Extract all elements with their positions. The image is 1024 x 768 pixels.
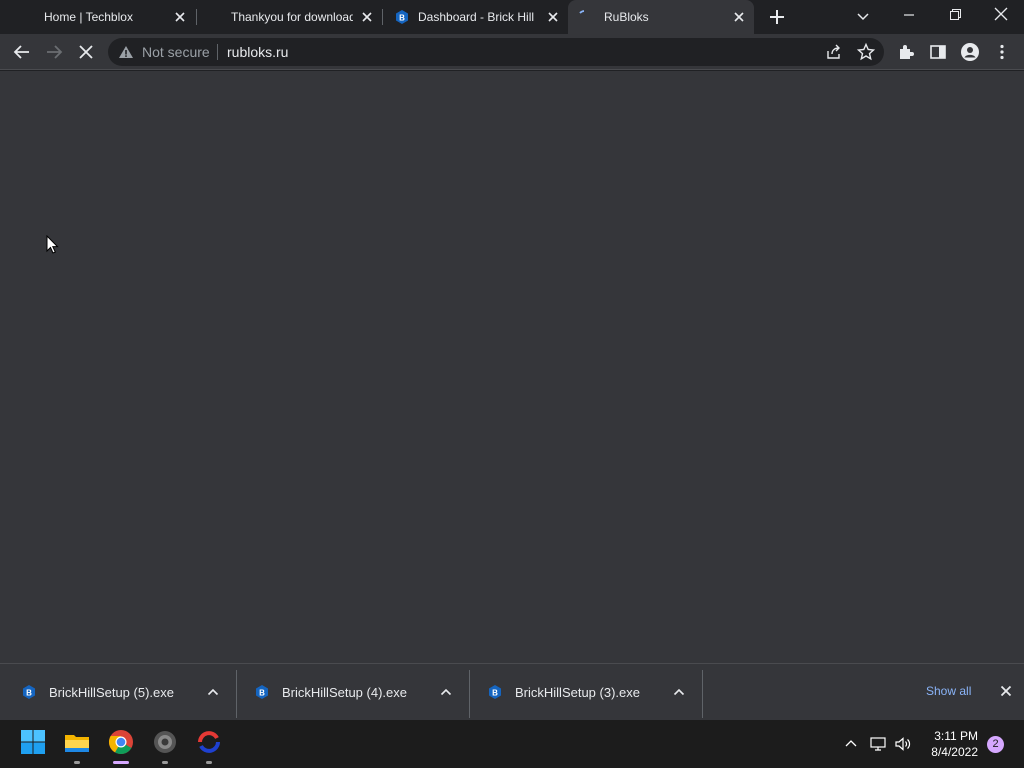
chevron-down-icon[interactable] xyxy=(854,7,872,25)
chevron-up-icon[interactable] xyxy=(205,684,221,700)
share-icon[interactable] xyxy=(824,42,844,62)
tab-strip: Home | Techblox Thankyou for downloading… xyxy=(0,0,1024,34)
svg-text:B: B xyxy=(492,689,498,698)
tab-title: Dashboard - Brick Hill xyxy=(418,10,534,24)
new-tab-icon[interactable] xyxy=(767,7,787,27)
close-tab-icon[interactable] xyxy=(731,9,747,25)
app-icon[interactable] xyxy=(151,728,179,756)
show-all-downloads-button[interactable]: Show all xyxy=(926,684,971,698)
close-shelf-icon[interactable] xyxy=(998,683,1014,699)
svg-text:B: B xyxy=(26,689,32,698)
close-window-icon[interactable] xyxy=(990,5,1012,25)
running-indicator xyxy=(162,761,168,764)
close-tab-icon[interactable] xyxy=(545,9,561,25)
mouse-cursor-icon xyxy=(46,235,60,255)
download-item[interactable]: B BrickHillSetup (3).exe xyxy=(466,664,702,720)
download-filename: BrickHillSetup (3).exe xyxy=(515,685,640,700)
svg-text:B: B xyxy=(399,14,405,23)
close-tab-icon[interactable] xyxy=(359,9,375,25)
download-shelf: B BrickHillSetup (5).exe B BrickHillSetu… xyxy=(0,663,1024,720)
chevron-up-icon[interactable] xyxy=(671,684,687,700)
bookmark-star-icon[interactable] xyxy=(856,42,876,62)
download-filename: BrickHillSetup (4).exe xyxy=(282,685,407,700)
running-indicator xyxy=(74,761,80,764)
clock-date[interactable]: 8/4/2022 xyxy=(918,745,978,759)
page-content[interactable] xyxy=(0,71,1024,663)
tab-title: Home | Techblox xyxy=(44,10,133,24)
menu-icon[interactable] xyxy=(992,42,1012,62)
loading-icon xyxy=(577,10,591,24)
extensions-icon[interactable] xyxy=(896,42,916,62)
profile-icon[interactable] xyxy=(960,42,980,62)
close-tab-icon[interactable] xyxy=(172,9,188,25)
side-panel-icon[interactable] xyxy=(928,42,948,62)
tab-dashboard-brick-hill[interactable]: B Dashboard - Brick Hill xyxy=(383,0,568,34)
tab-thankyou[interactable]: Thankyou for downloading xyxy=(197,0,382,34)
brickhill-icon: B xyxy=(22,685,36,699)
notification-badge[interactable]: 2 xyxy=(987,736,1004,753)
url-text[interactable]: rubloks.ru xyxy=(227,44,288,60)
warning-icon[interactable] xyxy=(118,45,134,59)
volume-icon[interactable] xyxy=(894,735,912,753)
tab-title: Thankyou for downloading xyxy=(231,10,353,24)
download-item[interactable]: B BrickHillSetup (4).exe xyxy=(233,664,469,720)
stop-loading-icon[interactable] xyxy=(75,41,97,63)
download-filename: BrickHillSetup (5).exe xyxy=(49,685,174,700)
brickhill-icon: B xyxy=(255,685,269,699)
file-explorer-icon[interactable] xyxy=(63,728,91,756)
network-icon[interactable] xyxy=(869,735,887,753)
download-divider xyxy=(702,670,703,718)
brickhill-app-icon[interactable] xyxy=(195,728,223,756)
download-item[interactable]: B BrickHillSetup (5).exe xyxy=(0,664,236,720)
tab-rubloks[interactable]: RuBloks xyxy=(568,0,754,34)
address-bar[interactable] xyxy=(108,38,884,66)
chrome-icon[interactable] xyxy=(107,728,135,756)
svg-text:B: B xyxy=(259,689,265,698)
omnibox-divider xyxy=(217,44,218,60)
active-indicator xyxy=(113,761,129,764)
minimize-icon[interactable] xyxy=(898,5,920,25)
windows-start-icon[interactable] xyxy=(19,728,47,756)
chevron-up-icon[interactable] xyxy=(842,735,860,753)
tab-home-techblox[interactable]: Home | Techblox xyxy=(0,0,192,34)
clock-time[interactable]: 3:11 PM xyxy=(930,729,978,743)
forward-icon[interactable] xyxy=(43,41,65,63)
restore-icon[interactable] xyxy=(944,5,966,25)
chevron-up-icon[interactable] xyxy=(438,684,454,700)
brickhill-icon: B xyxy=(395,10,409,24)
brickhill-icon: B xyxy=(488,685,502,699)
back-icon[interactable] xyxy=(11,41,33,63)
security-status[interactable]: Not secure xyxy=(142,44,210,60)
running-indicator xyxy=(206,761,212,764)
tab-title: RuBloks xyxy=(604,10,649,24)
